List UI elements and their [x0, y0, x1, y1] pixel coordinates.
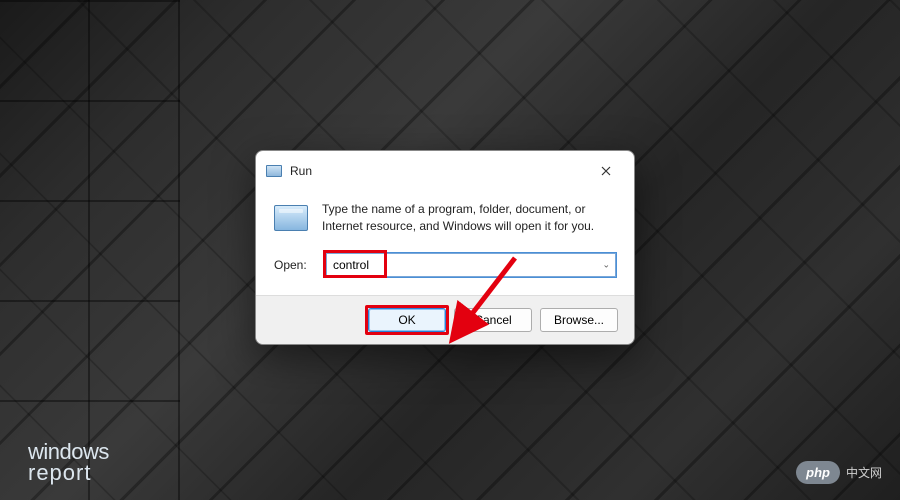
- open-label: Open:: [274, 258, 316, 272]
- background-tiles: [0, 0, 180, 500]
- run-titlebar-icon: [266, 165, 282, 177]
- titlebar[interactable]: Run: [256, 151, 634, 189]
- watermark-left: windows report: [28, 442, 109, 484]
- ok-button[interactable]: OK: [368, 308, 446, 332]
- open-input[interactable]: [326, 253, 616, 277]
- dialog-content: Type the name of a program, folder, docu…: [256, 189, 634, 251]
- input-row: Open: ⌄: [256, 251, 634, 295]
- watermark-right-badge: php: [796, 461, 840, 484]
- browse-button[interactable]: Browse...: [540, 308, 618, 332]
- watermark-right: php 中文网: [796, 461, 882, 484]
- watermark-right-text: 中文网: [846, 464, 882, 481]
- close-icon: [601, 166, 611, 176]
- watermark-left-line2: report: [28, 463, 109, 484]
- cancel-button[interactable]: Cancel: [454, 308, 532, 332]
- dialog-title: Run: [290, 164, 588, 178]
- run-dialog: Run Type the name of a program, folder, …: [255, 150, 635, 345]
- dialog-description: Type the name of a program, folder, docu…: [322, 201, 616, 235]
- close-button[interactable]: [588, 159, 624, 183]
- button-row: OK Cancel Browse...: [256, 295, 634, 344]
- run-app-icon: [274, 205, 308, 231]
- open-combobox[interactable]: ⌄: [326, 253, 616, 277]
